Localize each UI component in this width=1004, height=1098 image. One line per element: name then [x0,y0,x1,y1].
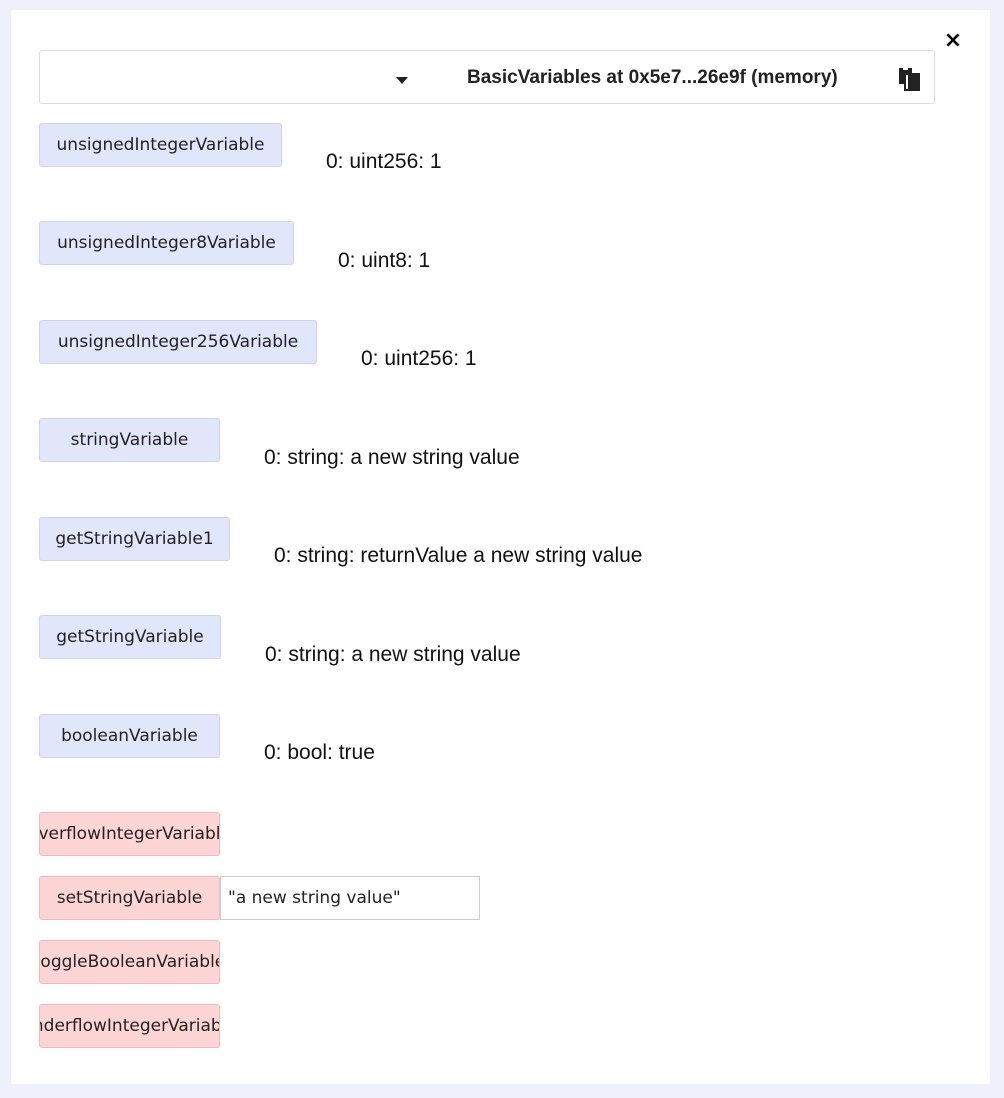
chevron-down-icon[interactable] [396,77,408,84]
get-string-variable-button[interactable]: getStringVariable [39,615,221,659]
contract-header[interactable]: BasicVariables at 0x5e7...26e9f (memory) [39,50,935,104]
function-output: 0: uint256: 1 [326,150,442,173]
overflow-integer-variable-button[interactable]: overflowIntegerVariable [39,812,220,856]
unsigned-integer8-variable-button[interactable]: unsignedInteger8Variable [39,221,294,265]
string-variable-button[interactable]: stringVariable [39,418,220,462]
contract-panel: × BasicVariables at 0x5e7...26e9f (memor… [11,10,990,1084]
unsigned-integer-variable-button[interactable]: unsignedIntegerVariable [39,123,282,167]
function-output: 0: string: returnValue a new string valu… [274,544,643,567]
toggle-boolean-variable-button[interactable]: toggleBooleanVariable [39,940,220,984]
set-string-variable-input[interactable]: "a new string value" [220,876,480,920]
function-output: 0: uint8: 1 [338,249,431,272]
get-string-variable1-button[interactable]: getStringVariable1 [39,517,230,561]
contract-title: BasicVariables at 0x5e7...26e9f (memory) [467,67,838,88]
function-output: 0: string: a new string value [264,446,520,469]
close-icon[interactable]: × [942,30,964,52]
function-output: 0: string: a new string value [265,643,521,666]
unsigned-integer256-variable-button[interactable]: unsignedInteger256Variable [39,320,317,364]
copy-icon[interactable] [898,67,920,91]
boolean-variable-button[interactable]: booleanVariable [39,714,220,758]
set-string-variable-button[interactable]: setStringVariable [39,876,220,920]
function-output: 0: uint256: 1 [361,347,477,370]
underflow-integer-variable-button[interactable]: underflowIntegerVariable [39,1004,220,1048]
function-output: 0: bool: true [264,741,375,764]
